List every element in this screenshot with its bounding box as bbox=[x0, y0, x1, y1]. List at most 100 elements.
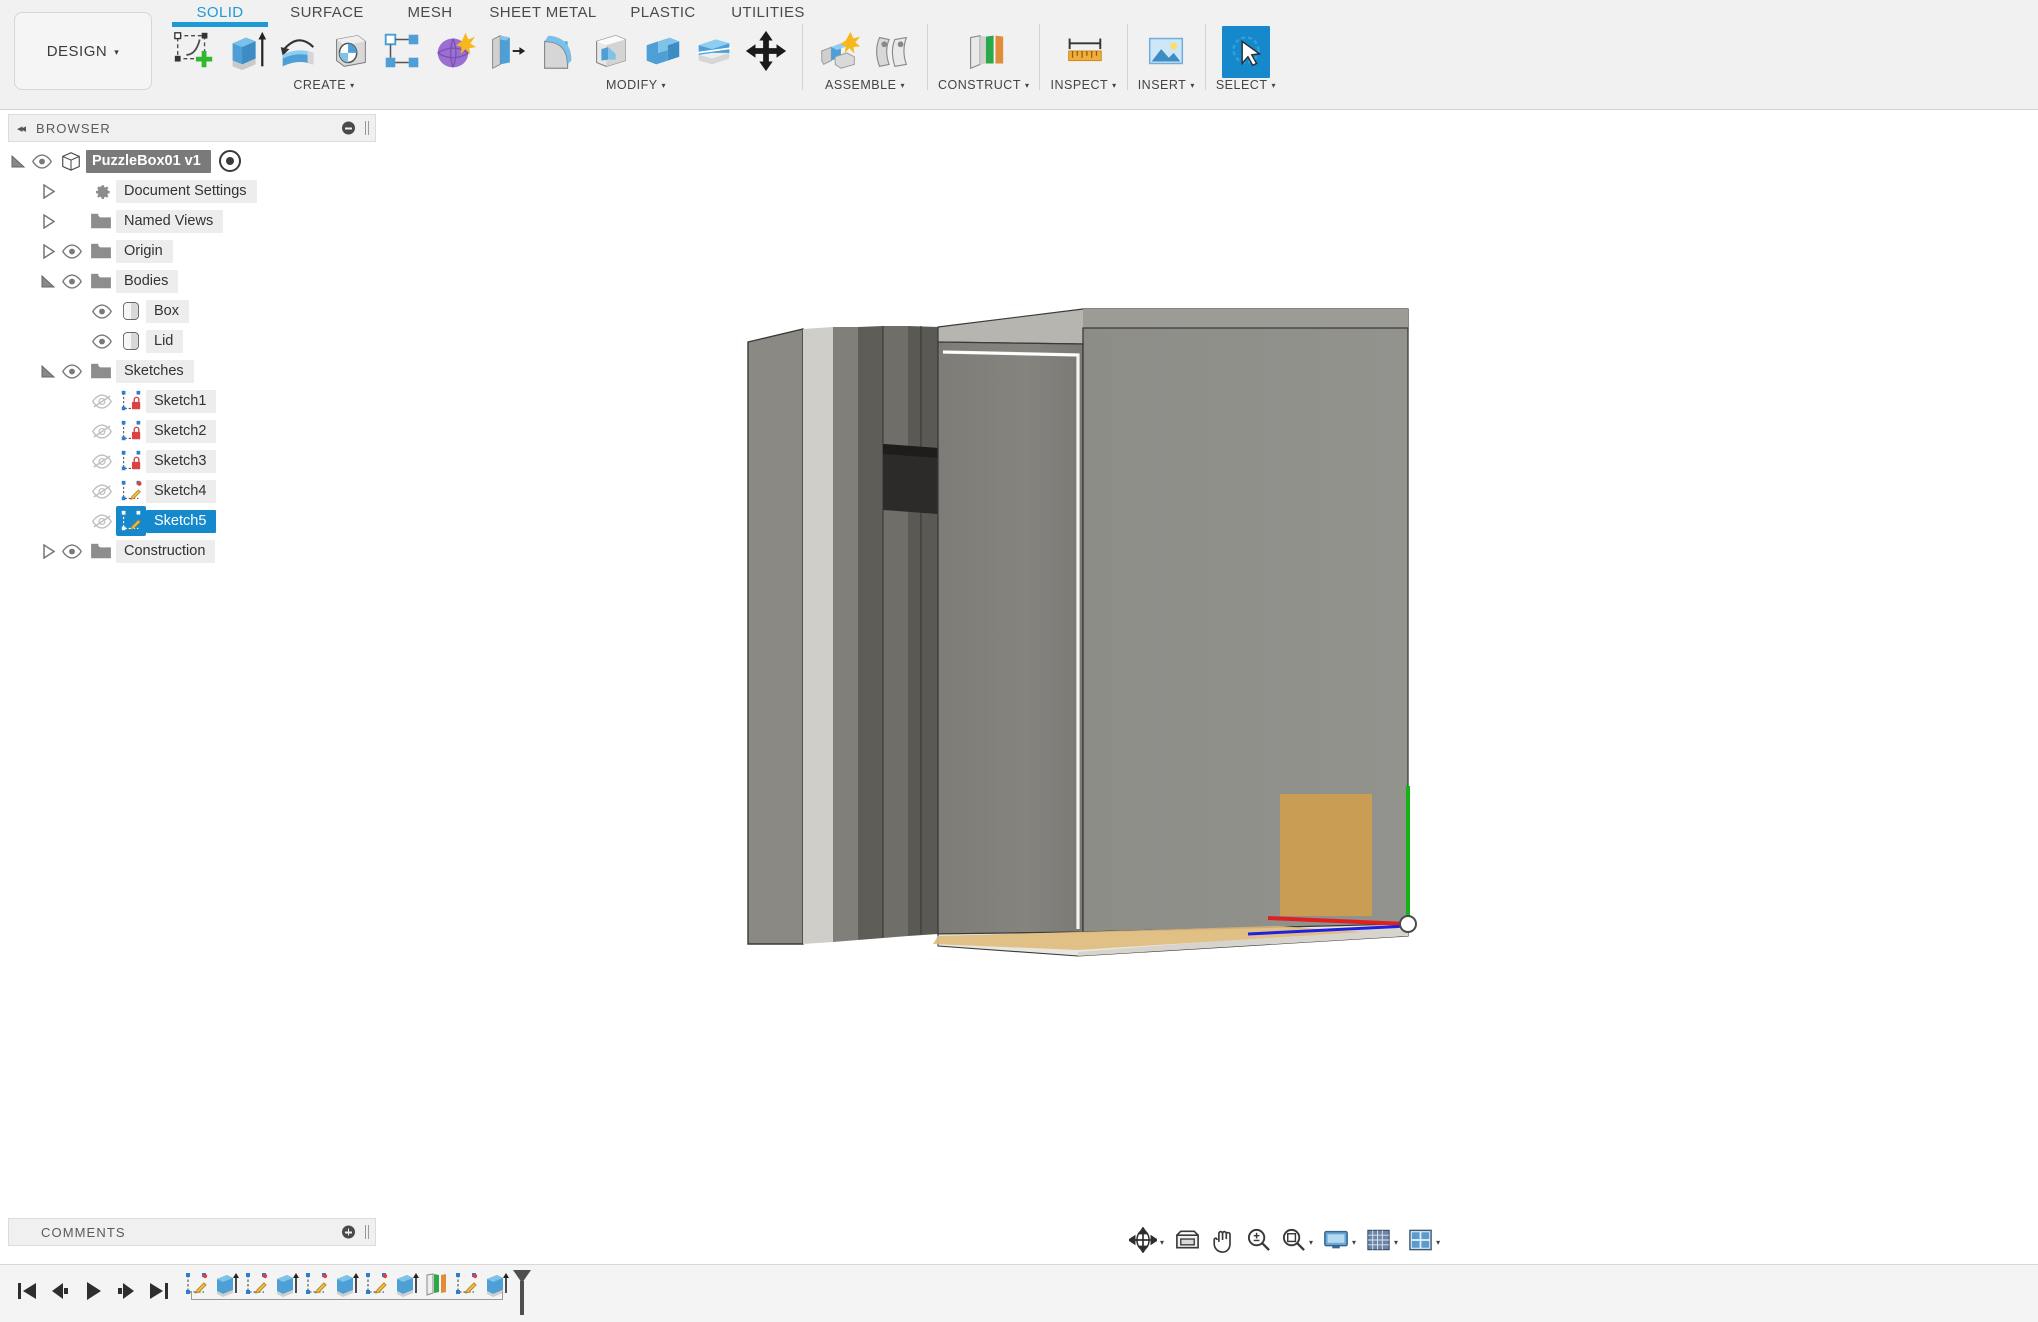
browser-item-sketch3[interactable]: Sketch3 bbox=[8, 446, 376, 476]
form-button[interactable] bbox=[428, 26, 480, 80]
collapse-panel-icon[interactable]: ◂◂ bbox=[17, 122, 26, 135]
eye-visible-icon[interactable] bbox=[88, 296, 116, 326]
move-copy-button[interactable] bbox=[740, 26, 792, 80]
zoom-fit-button[interactable]: ▾ bbox=[1276, 1225, 1318, 1259]
no-arrow-spacer bbox=[68, 476, 88, 506]
tab-mesh[interactable]: MESH bbox=[386, 0, 474, 21]
look-at-button[interactable] bbox=[1169, 1225, 1206, 1259]
timeline-play-button[interactable] bbox=[76, 1274, 109, 1314]
eye-hidden-icon[interactable] bbox=[88, 386, 116, 416]
eye-visible-icon[interactable] bbox=[28, 146, 56, 176]
select-cursor-button[interactable] bbox=[1221, 26, 1270, 78]
chevron-down-icon: ▾ bbox=[1309, 1237, 1314, 1247]
browser-item-sketch1[interactable]: Sketch1 bbox=[8, 386, 376, 416]
pan-button[interactable] bbox=[1206, 1225, 1241, 1259]
viewports-button[interactable]: ▾ bbox=[1403, 1225, 1445, 1259]
press-pull-button[interactable] bbox=[480, 26, 532, 80]
browser-item-sketch5[interactable]: Sketch5 bbox=[8, 506, 376, 536]
tab-label: MESH bbox=[407, 4, 453, 21]
arrow-expanded-icon[interactable] bbox=[8, 146, 28, 176]
arrow-expanded-icon[interactable] bbox=[38, 266, 58, 296]
resize-grip[interactable] bbox=[365, 121, 369, 135]
tab-surface[interactable]: SURFACE bbox=[268, 0, 386, 21]
eye-hidden-icon[interactable] bbox=[88, 446, 116, 476]
browser-item-document-settings[interactable]: Document Settings bbox=[8, 176, 376, 206]
activate-component-radio[interactable] bbox=[218, 150, 241, 172]
arrow-collapsed-icon[interactable] bbox=[38, 536, 58, 566]
browser-item-sketch4[interactable]: Sketch4 bbox=[8, 476, 376, 506]
fillet-button[interactable] bbox=[532, 26, 584, 80]
browser-item-label: Sketches bbox=[116, 359, 194, 383]
ribbon-group-label[interactable]: INSPECT ▾ bbox=[1050, 78, 1116, 92]
comments-resize-grip[interactable] bbox=[365, 1225, 369, 1239]
ribbon-group-label[interactable]: INSERT ▾ bbox=[1138, 78, 1195, 92]
timeline-step-forward-button[interactable] bbox=[109, 1274, 142, 1314]
chevron-down-icon: ▾ bbox=[114, 46, 120, 57]
browser-item-label: Lid bbox=[146, 329, 184, 353]
eye-hidden-icon[interactable] bbox=[88, 416, 116, 446]
timeline-go-end-button[interactable] bbox=[142, 1274, 175, 1314]
sweep-button[interactable] bbox=[324, 26, 376, 80]
orbit-button[interactable]: ▾ bbox=[1124, 1225, 1169, 1259]
select-cursor-icon bbox=[1222, 26, 1269, 78]
tab-solid[interactable]: SOLID bbox=[172, 0, 268, 27]
browser-item-lid[interactable]: Lid bbox=[8, 326, 376, 356]
timeline-step-back-button[interactable] bbox=[43, 1274, 76, 1314]
eye-visible-icon[interactable] bbox=[58, 266, 86, 296]
split-face-button[interactable] bbox=[688, 26, 740, 80]
browser-item-named-views[interactable]: Named Views bbox=[8, 206, 376, 236]
arrow-collapsed-icon[interactable] bbox=[38, 176, 58, 206]
eye-hidden-icon[interactable] bbox=[88, 476, 116, 506]
arrow-collapsed-icon[interactable] bbox=[38, 236, 58, 266]
add-comment-icon[interactable] bbox=[342, 1225, 355, 1239]
viewports-icon bbox=[1408, 1228, 1433, 1257]
shell-button[interactable] bbox=[584, 26, 636, 80]
browser-item-bodies[interactable]: Bodies bbox=[8, 266, 376, 296]
no-arrow-spacer bbox=[68, 416, 88, 446]
ribbon-group-label[interactable]: ASSEMBLE ▾ bbox=[825, 78, 905, 92]
new-component-button[interactable] bbox=[813, 26, 865, 80]
insert-image-button[interactable] bbox=[1140, 26, 1192, 80]
ribbon-group-label[interactable]: CREATE ▾ bbox=[293, 78, 354, 92]
browser-item-label: Origin bbox=[116, 239, 173, 263]
browser-item-sketch2[interactable]: Sketch2 bbox=[8, 416, 376, 446]
minimize-icon[interactable] bbox=[342, 121, 355, 135]
joint-button[interactable] bbox=[865, 26, 917, 80]
arrow-collapsed-icon[interactable] bbox=[38, 206, 58, 236]
browser-item-construction[interactable]: Construction bbox=[8, 536, 376, 566]
display-settings-button[interactable]: ▾ bbox=[1318, 1225, 1361, 1259]
eye-hidden-icon[interactable] bbox=[88, 506, 116, 536]
eye-visible-icon[interactable] bbox=[58, 536, 86, 566]
pattern-button[interactable] bbox=[376, 26, 428, 80]
extrude-button[interactable] bbox=[220, 26, 272, 80]
measure-button[interactable] bbox=[1058, 26, 1110, 80]
revolve-button[interactable] bbox=[272, 26, 324, 80]
ribbon-group-label[interactable]: MODIFY ▾ bbox=[606, 78, 666, 92]
ribbon-group-label[interactable]: SELECT ▾ bbox=[1216, 78, 1276, 92]
group-label-text: MODIFY bbox=[605, 78, 658, 92]
sketch-icon bbox=[116, 506, 146, 536]
workspace-switcher-button[interactable]: DESIGN ▾ bbox=[14, 12, 152, 90]
arrow-expanded-icon[interactable] bbox=[38, 356, 58, 386]
offset-plane-button[interactable] bbox=[958, 26, 1010, 80]
create-sketch-button[interactable] bbox=[168, 26, 220, 80]
eye-visible-icon[interactable] bbox=[88, 326, 116, 356]
tab-sheet-metal[interactable]: SHEET METAL bbox=[474, 0, 612, 21]
eye-visible-icon[interactable] bbox=[58, 356, 86, 386]
browser-item-box[interactable]: Box bbox=[8, 296, 376, 326]
browser-item-origin[interactable]: Origin bbox=[8, 236, 376, 266]
timeline-playhead-marker[interactable] bbox=[513, 1269, 531, 1316]
browser-item-puzzlebox01-v1[interactable]: PuzzleBox01 v1 bbox=[8, 146, 376, 176]
move-copy-icon bbox=[743, 28, 789, 79]
extrude-icon bbox=[223, 28, 269, 79]
ribbon-group-label[interactable]: CONSTRUCT ▾ bbox=[938, 78, 1029, 92]
tab-utilities[interactable]: UTILITIES bbox=[714, 0, 822, 21]
viewport-canvas[interactable] bbox=[378, 114, 2038, 1214]
grid-snap-button[interactable]: ▾ bbox=[1361, 1225, 1403, 1259]
browser-item-sketches[interactable]: Sketches bbox=[8, 356, 376, 386]
combine-button[interactable] bbox=[636, 26, 688, 80]
tab-plastic[interactable]: PLASTIC bbox=[612, 0, 714, 21]
zoom-button[interactable] bbox=[1241, 1225, 1276, 1259]
eye-visible-icon[interactable] bbox=[58, 236, 86, 266]
timeline-go-start-button[interactable] bbox=[10, 1274, 43, 1314]
